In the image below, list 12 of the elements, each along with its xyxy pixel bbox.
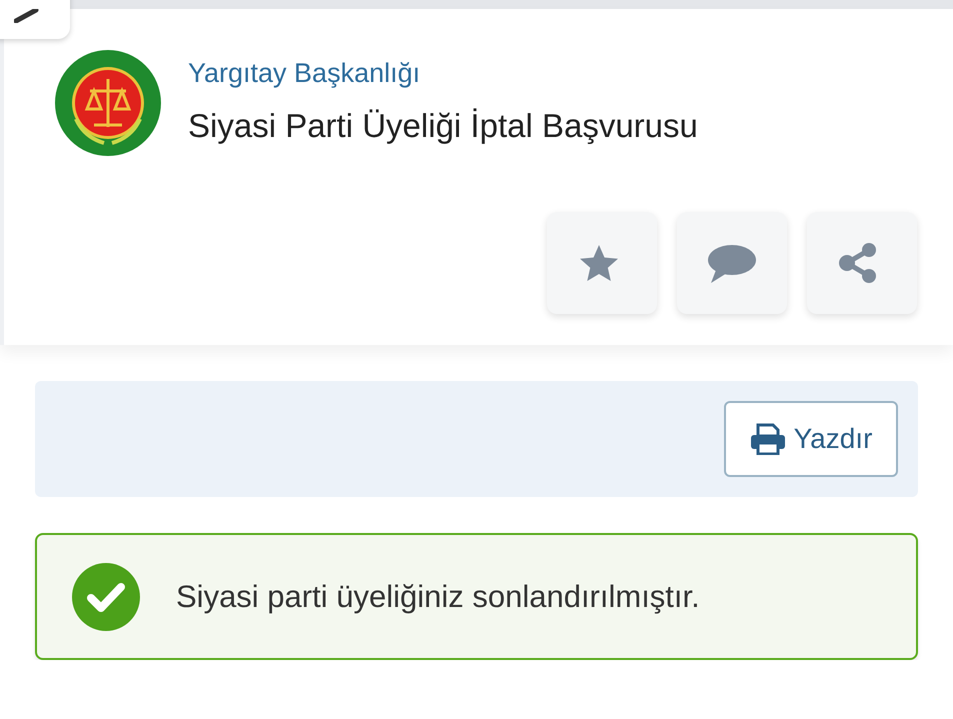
comment-button[interactable] <box>677 212 787 314</box>
page-title: Siyasi Parti Üyeliği İptal Başvurusu <box>188 107 698 145</box>
agency-name[interactable]: Yargıtay Başkanlığı <box>188 58 698 89</box>
favorite-button[interactable] <box>547 212 657 314</box>
pencil-icon <box>14 9 40 23</box>
speech-bubble-icon <box>707 242 757 284</box>
emblem-icon <box>54 49 162 157</box>
share-button[interactable] <box>807 212 917 314</box>
check-circle-icon <box>72 562 140 630</box>
print-button[interactable]: Yazdır <box>724 401 898 477</box>
printer-icon <box>750 423 786 455</box>
alert-message: Siyasi parti üyeliğiniz sonlandırılmıştır. <box>176 578 700 614</box>
